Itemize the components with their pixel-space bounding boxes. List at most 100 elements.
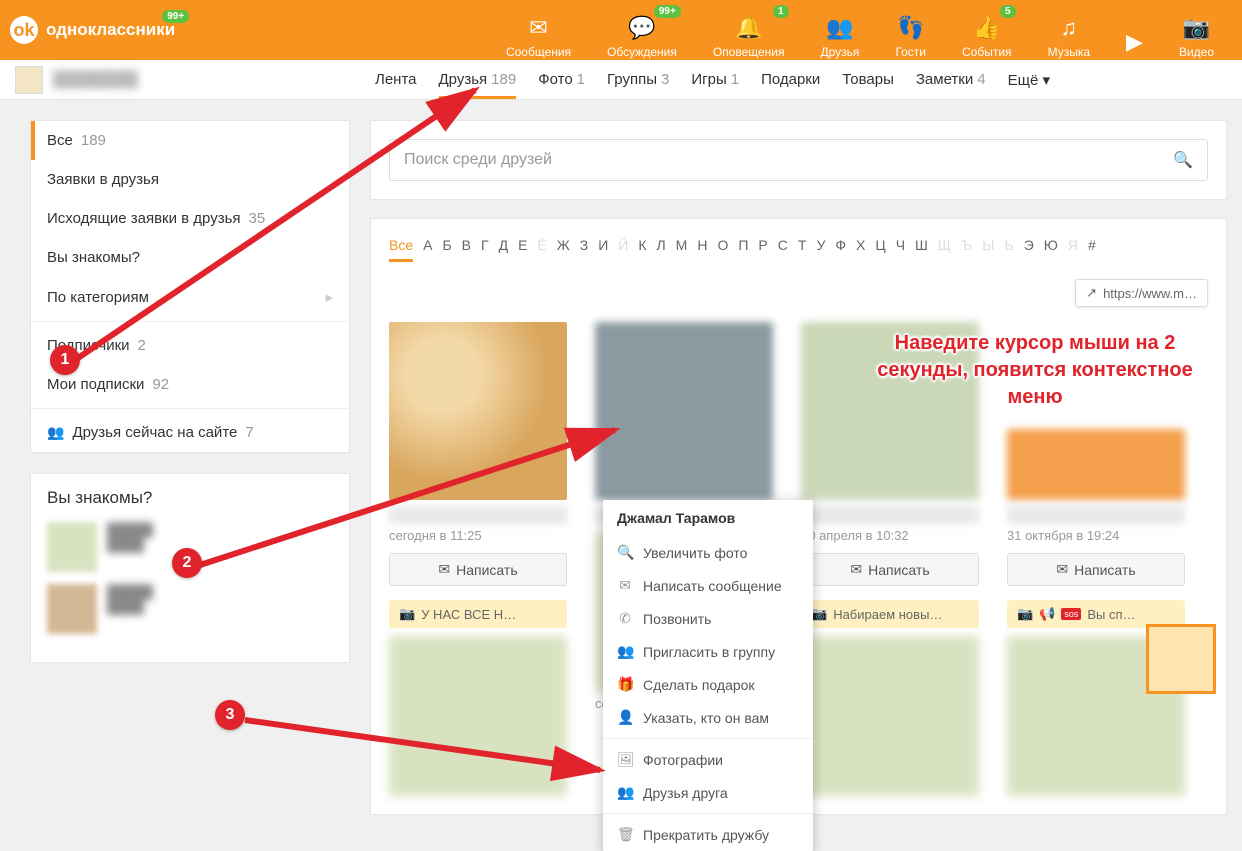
alpha-letter[interactable]: У — [816, 237, 825, 262]
tab-Товары[interactable]: Товары — [842, 62, 894, 98]
tab-Фото[interactable]: Фото1 — [538, 62, 585, 98]
alpha-letter[interactable]: С — [778, 237, 788, 262]
alpha-letter: Щ — [938, 237, 951, 262]
friend-status[interactable]: 📷Набираем новы… — [801, 600, 979, 628]
menu-item-icon: 🖼 — [617, 751, 633, 768]
write-button[interactable]: ✉Написать — [389, 553, 567, 586]
nav-label: Оповещения — [713, 45, 785, 59]
context-menu-item[interactable]: ✉Написать сообщение — [603, 569, 813, 602]
top-nav-События[interactable]: 👍События5 — [944, 1, 1030, 59]
profile-mini[interactable]: ████████ — [15, 66, 375, 94]
top-nav-Сообщения[interactable]: ✉Сообщения — [488, 1, 589, 59]
nav-badge: 1 — [773, 5, 789, 18]
tab-Друзья[interactable]: Друзья189 — [439, 62, 517, 98]
sidebar: Все 189Заявки в друзьяИсходящие заявки в… — [30, 120, 350, 815]
alpha-letter[interactable]: Л — [656, 237, 665, 262]
context-menu-item[interactable]: ✆Позвонить — [603, 602, 813, 635]
top-nav-Видео[interactable]: 📷Видео — [1161, 1, 1232, 59]
alpha-letter[interactable]: Ш — [915, 237, 928, 262]
top-nav-Гости[interactable]: 👣Гости — [877, 1, 944, 59]
alpha-letter[interactable]: Р — [758, 237, 767, 262]
tab-Заметки[interactable]: Заметки4 — [916, 62, 986, 98]
menu-item-icon: 🎁 — [617, 676, 633, 693]
alpha-letter[interactable]: Ф — [835, 237, 846, 262]
sidebar-item[interactable]: Исходящие заявки в друзья 35 — [31, 199, 349, 238]
friend-context-menu: Джамал Тарамов 🔍Увеличить фото✉Написать … — [603, 500, 813, 851]
alpha-letter[interactable]: Т — [798, 237, 807, 262]
megaphone-icon: 📢 — [1039, 606, 1055, 622]
chevron-right-icon: ▸ — [325, 288, 333, 306]
write-button[interactable]: ✉Написать — [1007, 553, 1185, 586]
friends-search-input[interactable]: Поиск среди друзей 🔍 — [389, 139, 1208, 181]
alpha-letter[interactable]: А — [423, 237, 432, 262]
alpha-letter[interactable]: В — [462, 237, 471, 262]
alpha-letter[interactable]: О — [717, 237, 728, 262]
context-menu-item[interactable]: 👤Указать, кто он вам — [603, 701, 813, 734]
context-menu-item[interactable]: 👥Пригласить в группу — [603, 635, 813, 668]
alpha-letter[interactable]: Н — [697, 237, 707, 262]
top-nav-Оповещения[interactable]: 🔔Оповещения1 — [695, 1, 803, 59]
tab-Игры[interactable]: Игры1 — [691, 62, 739, 98]
alpha-letter[interactable]: Ю — [1044, 237, 1058, 262]
friend-photo-2[interactable] — [389, 636, 567, 796]
tab-Подарки[interactable]: Подарки — [761, 62, 820, 98]
menu-item-icon: ✆ — [617, 610, 633, 627]
alpha-letter[interactable]: Б — [442, 237, 451, 262]
alpha-letter[interactable]: # — [1088, 237, 1096, 262]
alpha-letter[interactable]: Все — [389, 237, 413, 262]
alpha-letter[interactable]: Ж — [557, 237, 570, 262]
sidebar-item[interactable]: По категориям▸ — [31, 277, 349, 317]
friend-photo[interactable] — [595, 322, 773, 500]
nav-icon: ✉ — [529, 15, 547, 41]
annotation-badge-2: 2 — [172, 548, 202, 578]
top-nav-Музыка[interactable]: ♫Музыка — [1030, 1, 1108, 59]
highlighted-photo-frame — [1146, 624, 1216, 694]
sidebar-item[interactable]: Мои подписки 92 — [31, 365, 349, 404]
search-placeholder: Поиск среди друзей — [404, 151, 552, 169]
alpha-letter[interactable]: Е — [518, 237, 527, 262]
alpha-letter: Я — [1068, 237, 1078, 262]
write-button[interactable]: ✉Написать — [801, 553, 979, 586]
friend-photo-2[interactable] — [801, 636, 979, 796]
alpha-letter[interactable]: З — [580, 237, 588, 262]
context-menu-item[interactable]: 🔍Увеличить фото — [603, 536, 813, 569]
context-menu-name: Джамал Тарамов — [603, 500, 813, 536]
context-menu-item[interactable]: 🗑Прекратить дружбу — [603, 818, 813, 851]
nav-label: Видео — [1179, 45, 1214, 59]
alpha-letter[interactable]: Ц — [875, 237, 885, 262]
alpha-letter[interactable]: Э — [1024, 237, 1034, 262]
alpha-letter[interactable]: Ч — [896, 237, 905, 262]
alpha-letter[interactable]: Г — [481, 237, 489, 262]
context-menu-item[interactable]: 🎁Сделать подарок — [603, 668, 813, 701]
sidebar-item[interactable]: Вы знакомы? — [31, 238, 349, 277]
context-menu-item[interactable]: 👥Друзья друга — [603, 776, 813, 809]
url-preview-chip[interactable]: ↗ https://www.m… — [1075, 279, 1208, 307]
suggestion-item[interactable]: █████████ — [47, 584, 333, 634]
nav-icon: ▶ — [1126, 29, 1143, 55]
alpha-letter[interactable]: П — [738, 237, 748, 262]
alpha-letter[interactable]: И — [598, 237, 608, 262]
avatar — [15, 66, 43, 94]
alpha-letter: Ы — [982, 237, 994, 262]
top-nav-item[interactable]: ▶ — [1108, 1, 1161, 59]
sidebar-online-friends[interactable]: 👥 Друзья сейчас на сайте 7 — [31, 413, 349, 452]
friend-status[interactable]: 📷У НАС ВСЕ Н… — [389, 600, 567, 628]
friend-photo[interactable] — [389, 322, 567, 500]
alpha-letter[interactable]: М — [676, 237, 688, 262]
friend-card[interactable]: сегодня в 11:25✉Написать📷У НАС ВСЕ Н… — [389, 322, 567, 796]
alpha-letter[interactable]: К — [638, 237, 646, 262]
alpha-letter[interactable]: Х — [856, 237, 865, 262]
top-nav-Друзья[interactable]: 👥Друзья — [803, 1, 878, 59]
site-logo[interactable]: ok одноклассники 99+ — [10, 16, 175, 44]
alpha-letter[interactable]: Д — [499, 237, 508, 262]
tab-Группы[interactable]: Группы3 — [607, 62, 669, 98]
context-menu-item[interactable]: 🖼Фотографии — [603, 743, 813, 776]
tab-Ещё ▾[interactable]: Ещё ▾ — [1008, 62, 1050, 98]
alpha-letter: Й — [618, 237, 628, 262]
tab-Лента[interactable]: Лента — [375, 62, 417, 98]
nav-badge: 5 — [1000, 5, 1016, 18]
top-nav-Обсуждения[interactable]: 💬Обсуждения99+ — [589, 1, 695, 59]
friend-name-blurred — [801, 506, 979, 524]
sidebar-item[interactable]: Заявки в друзья — [31, 160, 349, 199]
sidebar-item[interactable]: Все 189 — [31, 121, 349, 160]
